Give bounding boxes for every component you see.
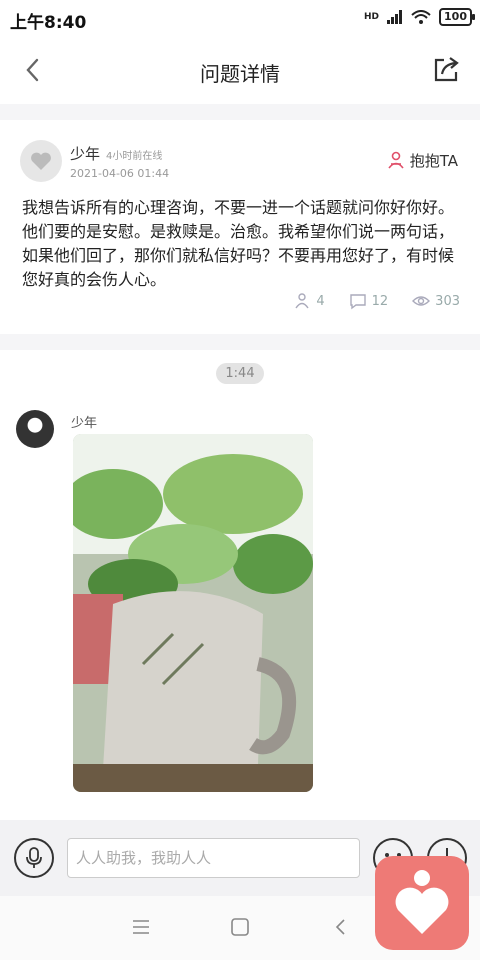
heart-person-icon: [395, 870, 449, 934]
wifi-icon: [411, 10, 431, 24]
plant-mug-photo: [73, 434, 313, 792]
online-status: 4小时前在线: [106, 151, 163, 162]
author-name[interactable]: 少年: [70, 143, 100, 164]
floating-app-button[interactable]: [375, 856, 469, 950]
chat-image[interactable]: [73, 434, 313, 792]
view-count-value: 303: [435, 293, 460, 309]
top-navbar: 问题详情: [0, 36, 480, 104]
signal-icon: [387, 10, 403, 24]
comment-count-value: 12: [371, 293, 389, 309]
home-icon[interactable]: [229, 916, 251, 938]
comment-icon: [349, 294, 366, 310]
status-time: 上午8:40: [10, 13, 87, 33]
comment-count[interactable]: 12: [349, 292, 389, 310]
post-date: 2021-04-06 01:44: [70, 167, 170, 180]
sender-name: 少年: [71, 416, 98, 431]
message-input[interactable]: [67, 838, 360, 878]
menu-icon[interactable]: [130, 916, 152, 938]
hug-button[interactable]: 抱抱TA: [386, 150, 458, 171]
question-content: 我想告诉所有的心理咨询，不要一进一个话题就问你好你好。他们要的是安慰。是救赎是。…: [22, 198, 455, 289]
sender-avatar[interactable]: [16, 410, 54, 448]
chat-area: 1:44 少年: [0, 350, 480, 820]
status-bar: 上午8:40 HD 100: [0, 0, 480, 36]
battery-indicator: 100: [439, 8, 475, 26]
time-divider: 1:44: [216, 363, 264, 384]
hug-icon: [388, 151, 404, 169]
question-card: 少年 4小时前在线 2021-04-06 01:44 抱抱TA 我想告诉所有的心…: [0, 120, 480, 334]
eye-icon: [412, 296, 431, 306]
view-count: 303: [412, 292, 460, 310]
hug-count-icon: [295, 293, 309, 309]
share-icon[interactable]: [430, 54, 462, 86]
network-type-label: HD: [364, 12, 380, 22]
hug-count[interactable]: 4: [293, 292, 325, 310]
system-icons: HD 100: [364, 8, 475, 26]
avatar[interactable]: [20, 140, 62, 182]
microphone-icon: [26, 847, 42, 868]
hug-label: 抱抱TA: [409, 152, 458, 170]
heart-icon: [31, 152, 51, 170]
system-back-icon[interactable]: [330, 916, 352, 938]
page-title: 问题详情: [200, 62, 280, 86]
voice-button[interactable]: [14, 838, 54, 878]
hug-count-value: 4: [316, 293, 325, 309]
post-stats: 4 12 303: [293, 292, 460, 310]
